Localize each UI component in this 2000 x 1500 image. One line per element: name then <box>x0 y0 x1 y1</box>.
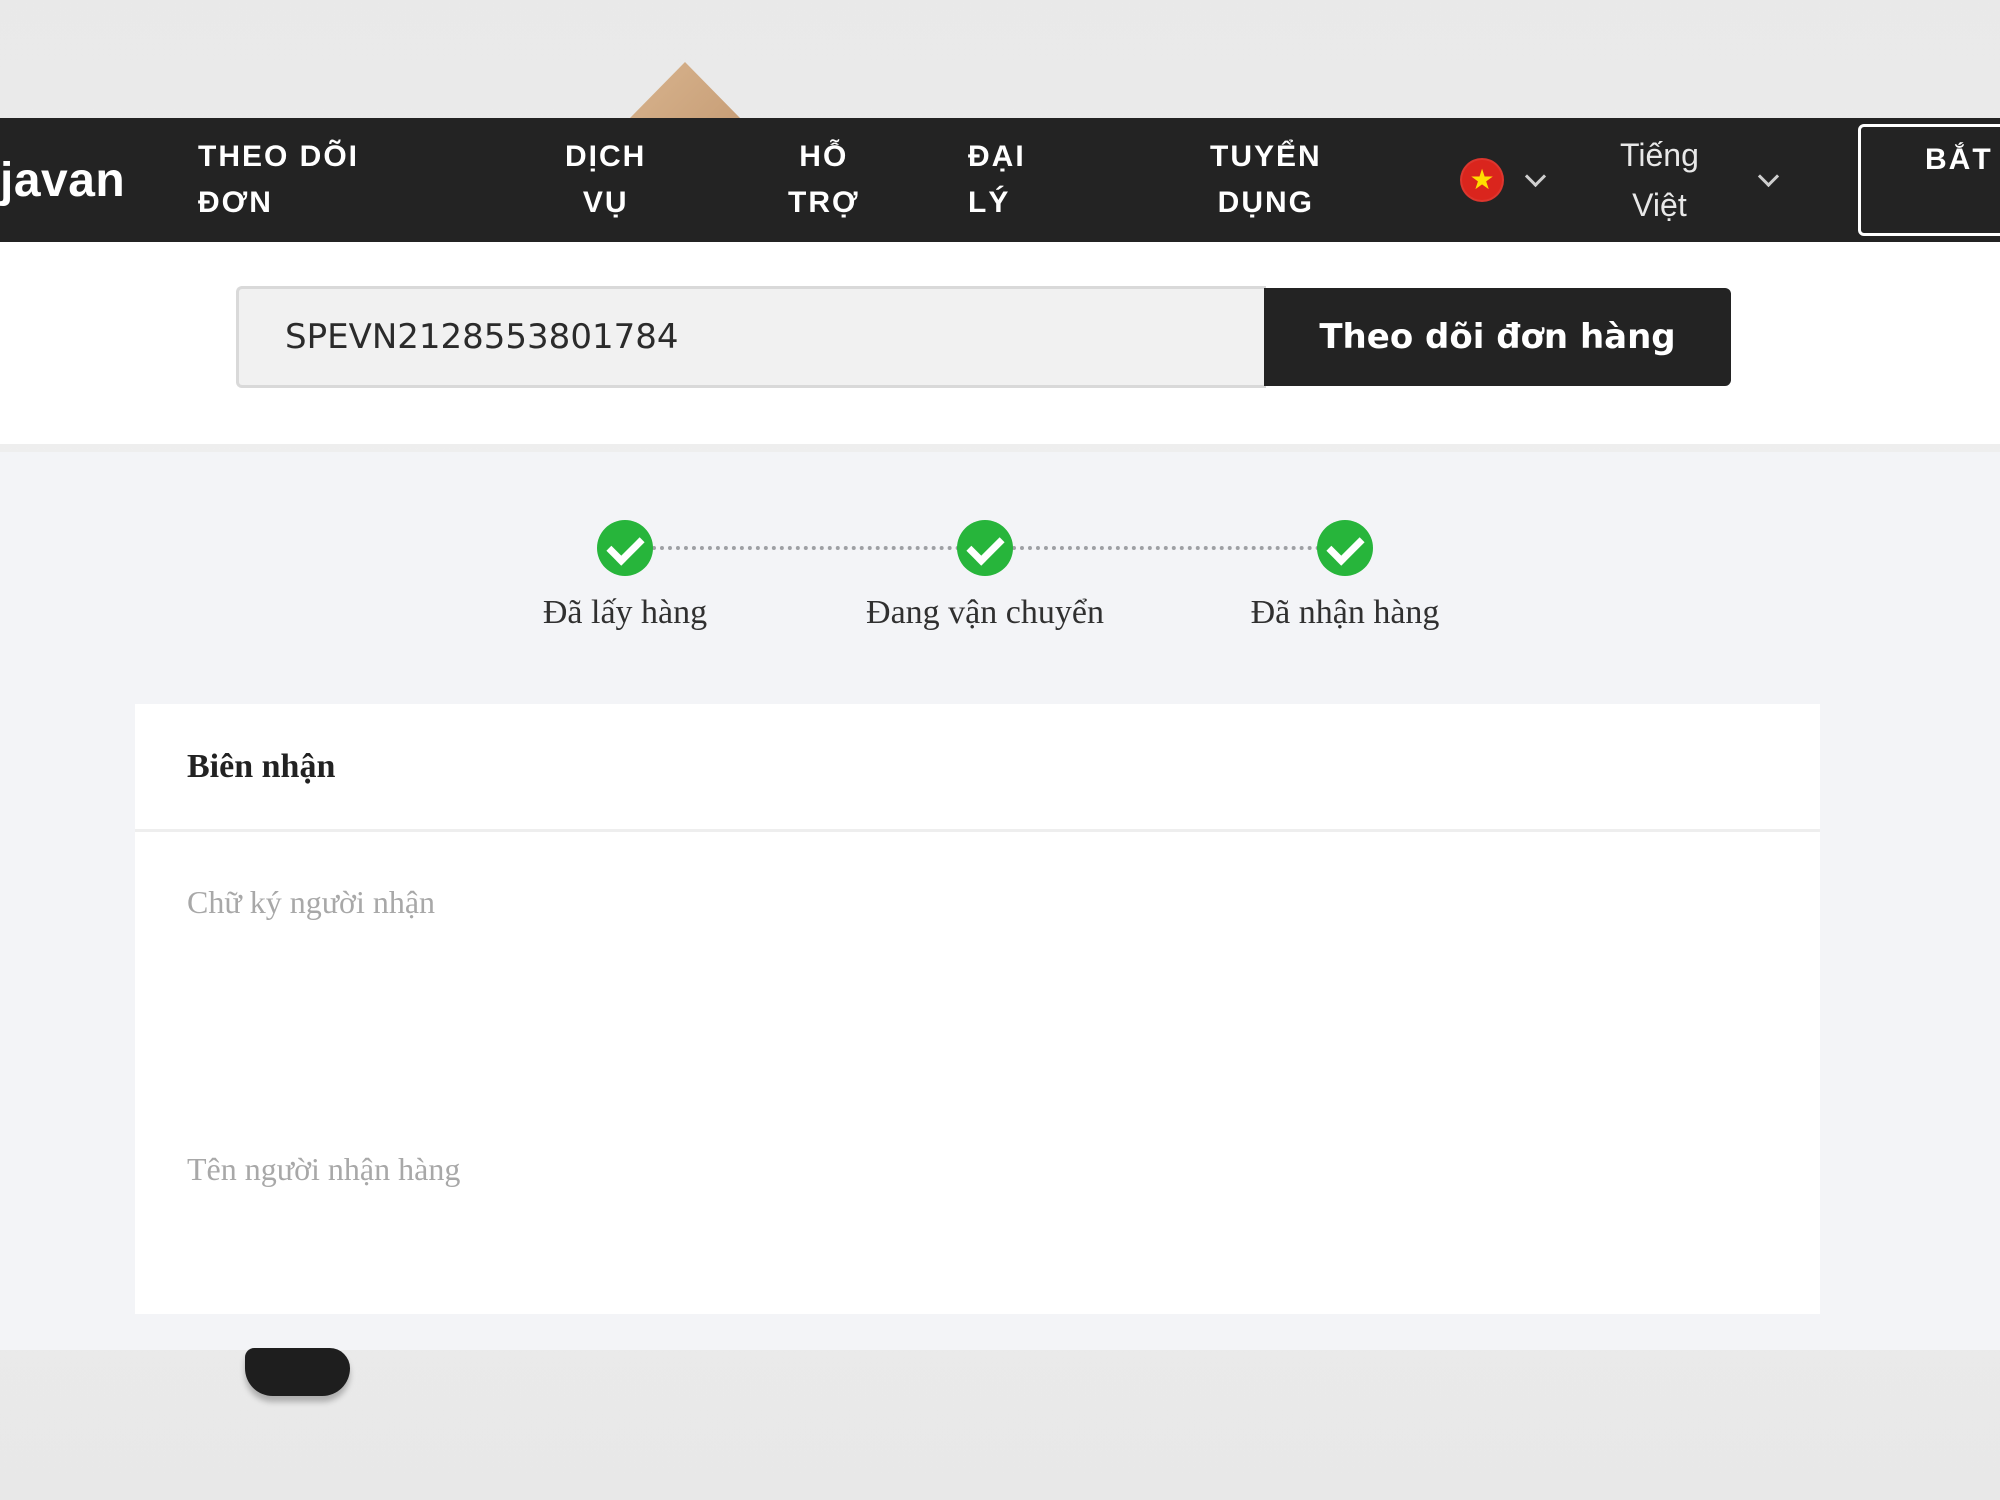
nav-item-label: LÝ <box>968 186 1011 219</box>
nav-item-label: TRỢ <box>788 186 860 219</box>
receipt-card: Biên nhận Chữ ký người nhận Tên người nh… <box>135 704 1820 1314</box>
check-circle-icon <box>1317 520 1373 576</box>
nav-item-label: TUYỂN <box>1210 140 1322 173</box>
nav-item-support[interactable]: HỖ TRỢ <box>788 118 860 242</box>
nav-item-agents[interactable]: ĐẠI LÝ <box>968 118 1026 242</box>
check-circle-icon <box>957 520 1013 576</box>
check-circle-icon <box>597 520 653 576</box>
top-navbar: javan THEO DÕI ĐƠN DỊCH VỤ HỖ TRỢ ĐẠI LÝ… <box>0 118 2000 242</box>
nav-item-label: ĐẠI <box>968 140 1026 173</box>
progress-step-picked-up: Đã lấy hàng <box>445 520 805 632</box>
nav-item-services[interactable]: DỊCH VỤ <box>565 118 646 242</box>
nav-item-label: DỊCH <box>565 140 647 173</box>
tracking-result-panel: Đã lấy hàng Đang vận chuyển Đã nhận hàng… <box>0 452 2000 1350</box>
step-label: Đã lấy hàng <box>542 594 708 631</box>
recipient-signature-label: Chữ ký người nhận <box>187 884 436 920</box>
vietnam-flag-icon: ★ <box>1460 158 1504 202</box>
background-box-decoration <box>630 62 740 118</box>
brand-logo[interactable]: javan <box>0 118 125 242</box>
nav-item-label: DỤNG <box>1217 186 1315 219</box>
chevron-down-icon <box>1526 171 1544 189</box>
nav-item-careers[interactable]: TUYỂN DỤNG <box>1210 118 1322 242</box>
start-button[interactable]: BẮT <box>1858 124 2000 236</box>
language-selector[interactable]: Tiếng Việt <box>1620 118 1777 242</box>
language-label: Việt <box>1632 187 1687 223</box>
progress-step-delivered: Đã nhận hàng <box>1165 520 1525 632</box>
recipient-name-label: Tên người nhận hàng <box>187 1151 461 1187</box>
nav-item-label: THEO DÕI <box>198 140 360 173</box>
step-label: Đã nhận hàng <box>1250 594 1440 631</box>
nav-item-track-order[interactable]: THEO DÕI ĐƠN <box>198 118 359 242</box>
receipt-title: Biên nhận <box>135 704 1820 832</box>
background-shoe-decoration <box>245 1348 350 1396</box>
language-label: Tiếng <box>1620 137 1699 173</box>
shipment-progress: Đã lấy hàng Đang vận chuyển Đã nhận hàng <box>0 452 2000 672</box>
nav-item-label: VỤ <box>582 186 629 219</box>
nav-item-label: ĐƠN <box>198 186 273 219</box>
track-order-button[interactable]: Theo dõi đơn hàng <box>1264 288 1731 386</box>
tracking-search-bar: Theo dõi đơn hàng <box>0 242 2000 444</box>
country-selector[interactable]: ★ <box>1460 118 1544 242</box>
tracking-number-input[interactable] <box>236 286 1266 388</box>
progress-step-in-transit: Đang vận chuyển <box>805 520 1165 632</box>
chevron-down-icon <box>1759 171 1777 189</box>
step-label: Đang vận chuyển <box>866 594 1104 631</box>
nav-item-label: HỖ <box>799 140 849 173</box>
